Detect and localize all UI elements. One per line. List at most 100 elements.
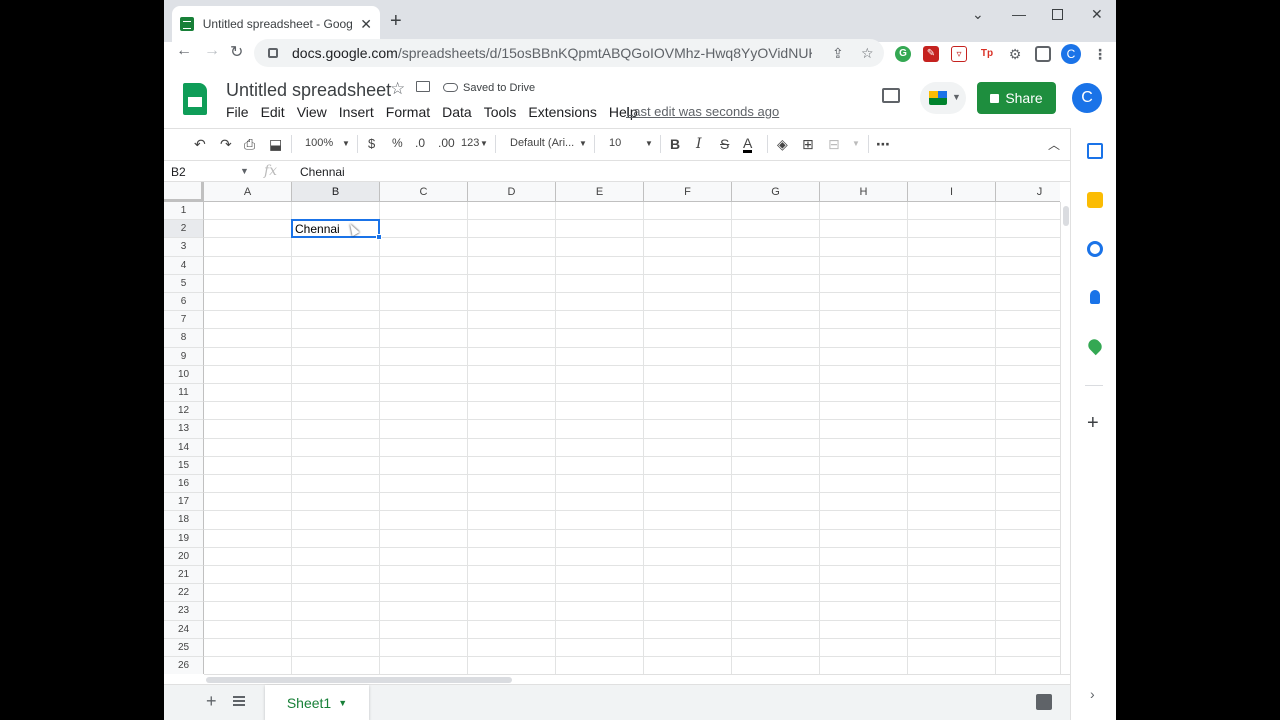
formula-input[interactable]: Chennai xyxy=(300,165,345,179)
share-page-icon[interactable]: ⇪ xyxy=(832,45,844,62)
side-panel-icon[interactable] xyxy=(1035,46,1051,62)
undo-icon[interactable]: ↶ xyxy=(194,136,206,153)
all-sheets-icon[interactable] xyxy=(233,696,245,706)
sheets-logo-icon[interactable] xyxy=(183,83,207,115)
chevron-right-icon[interactable]: › xyxy=(1090,686,1095,702)
column-header-e[interactable]: E xyxy=(556,182,644,202)
row-header-9[interactable]: 9 xyxy=(164,347,204,366)
row-header-8[interactable]: 8 xyxy=(164,329,204,348)
calendar-icon[interactable] xyxy=(1087,143,1103,159)
row-header-11[interactable]: 11 xyxy=(164,384,204,403)
row-header-20[interactable]: 20 xyxy=(164,547,204,566)
more-formats-button[interactable]: 123 xyxy=(461,137,479,149)
menu-edit[interactable]: Edit xyxy=(261,104,285,120)
saved-status[interactable]: Saved to Drive xyxy=(463,82,535,94)
row-header-1[interactable]: 1 xyxy=(164,202,204,221)
browser-menu-icon[interactable]: ⋮ xyxy=(1092,46,1108,62)
bookmark-star-icon[interactable]: ☆ xyxy=(861,45,874,62)
tasks-icon[interactable] xyxy=(1087,241,1103,257)
redo-icon[interactable]: ↷ xyxy=(220,136,232,153)
address-bar[interactable]: docs.google.com/spreadsheets/d/15osBBnKQ… xyxy=(254,39,884,67)
last-edit-link[interactable]: Last edit was seconds ago xyxy=(626,104,779,119)
row-header-3[interactable]: 3 xyxy=(164,238,204,257)
column-header-i[interactable]: I xyxy=(908,182,996,202)
font-size-select[interactable]: 10 xyxy=(609,137,621,149)
decrease-decimal-button[interactable]: .0 xyxy=(415,136,425,150)
tp-extension-icon[interactable]: Tp xyxy=(979,46,995,62)
bold-button[interactable]: B xyxy=(670,136,680,152)
star-icon[interactable]: ☆ xyxy=(390,79,405,99)
menu-format[interactable]: Format xyxy=(386,104,430,120)
text-color-button[interactable]: A xyxy=(743,136,753,153)
browser-profile-avatar[interactable]: C xyxy=(1061,44,1081,64)
zoom-select[interactable]: 100% xyxy=(305,137,333,149)
menu-insert[interactable]: Insert xyxy=(339,104,374,120)
column-header-h[interactable]: H xyxy=(820,182,908,202)
more-options-button[interactable]: ⋯ xyxy=(876,136,890,153)
row-header-26[interactable]: 26 xyxy=(164,657,204,674)
print-icon[interactable]: ⎙ xyxy=(244,136,255,153)
menu-data[interactable]: Data xyxy=(442,104,472,120)
paint-format-icon[interactable]: ⬓ xyxy=(269,136,282,153)
row-header-12[interactable]: 12 xyxy=(164,402,204,421)
horizontal-scrollbar[interactable] xyxy=(204,674,1070,684)
column-header-a[interactable]: A xyxy=(204,182,292,202)
maximize-icon[interactable] xyxy=(1052,9,1063,20)
percent-format-button[interactable]: % xyxy=(392,136,403,150)
row-header-25[interactable]: 25 xyxy=(164,638,204,657)
row-header-10[interactable]: 10 xyxy=(164,365,204,384)
reload-icon[interactable]: ↻ xyxy=(230,42,243,62)
back-icon[interactable]: ← xyxy=(176,42,192,60)
add-sheet-icon[interactable]: + xyxy=(206,691,217,712)
italic-button[interactable]: I xyxy=(696,136,702,152)
tab-search-icon[interactable]: ⌄ xyxy=(972,6,984,23)
fill-handle[interactable] xyxy=(376,234,382,241)
currency-format-button[interactable]: $ xyxy=(368,136,375,151)
strikethrough-button[interactable]: S xyxy=(720,136,729,152)
document-title[interactable]: Untitled spreadsheet xyxy=(226,80,391,101)
pocket-extension-icon[interactable]: ▿ xyxy=(951,46,967,62)
menu-tools[interactable]: Tools xyxy=(484,104,517,120)
column-header-b[interactable]: B xyxy=(292,182,380,202)
row-header-5[interactable]: 5 xyxy=(164,274,204,293)
forward-icon[interactable]: → xyxy=(204,42,220,60)
increase-decimal-button[interactable]: .00 xyxy=(438,136,455,150)
account-avatar[interactable]: C xyxy=(1072,83,1102,113)
merge-cells-icon[interactable]: ⊟ xyxy=(828,136,840,153)
row-header-24[interactable]: 24 xyxy=(164,620,204,639)
row-header-23[interactable]: 23 xyxy=(164,602,204,621)
close-window-icon[interactable]: ✕ xyxy=(1091,6,1103,23)
explore-icon[interactable] xyxy=(1036,694,1052,710)
select-all-corner[interactable] xyxy=(164,182,204,202)
font-select[interactable]: Default (Ari... xyxy=(510,137,574,149)
minimize-icon[interactable]: — xyxy=(1012,6,1026,22)
close-tab-icon[interactable]: ✕ xyxy=(360,16,372,33)
row-header-15[interactable]: 15 xyxy=(164,456,204,475)
pdf-extension-icon[interactable]: ✎ xyxy=(923,46,939,62)
browser-tab[interactable]: Untitled spreadsheet - Google Sh ✕ xyxy=(172,6,380,42)
row-header-17[interactable]: 17 xyxy=(164,493,204,512)
row-header-2[interactable]: 2 xyxy=(164,220,204,239)
fill-color-icon[interactable]: ◈ xyxy=(777,136,788,153)
vertical-scrollbar[interactable] xyxy=(1060,202,1070,674)
column-header-j[interactable]: J xyxy=(996,182,1060,202)
contacts-icon[interactable] xyxy=(1090,290,1100,304)
share-button[interactable]: Share xyxy=(977,82,1056,114)
row-header-13[interactable]: 13 xyxy=(164,420,204,439)
row-header-19[interactable]: 19 xyxy=(164,529,204,548)
row-header-6[interactable]: 6 xyxy=(164,293,204,312)
row-header-18[interactable]: 18 xyxy=(164,511,204,530)
new-tab-icon[interactable]: + xyxy=(390,11,402,31)
comment-history-icon[interactable] xyxy=(882,88,900,103)
sheet-tab-sheet1[interactable]: Sheet1 ▼ xyxy=(265,685,369,720)
grammarly-extension-icon[interactable]: G xyxy=(895,46,911,62)
column-header-c[interactable]: C xyxy=(380,182,468,202)
vertical-scroll-thumb[interactable] xyxy=(1063,206,1069,226)
column-header-g[interactable]: G xyxy=(732,182,820,202)
menu-file[interactable]: File xyxy=(226,104,249,120)
spreadsheet-grid[interactable]: A B C D E F G H I J 1 2 3 4 5 6 7 8 9 10 11 12 13 14 15 16 17 18 19 2… xyxy=(164,182,1060,674)
meet-button[interactable]: ▼ xyxy=(920,82,966,114)
maps-icon[interactable] xyxy=(1085,336,1105,356)
get-addons-icon[interactable]: + xyxy=(1087,413,1099,433)
move-folder-icon[interactable] xyxy=(416,81,430,92)
